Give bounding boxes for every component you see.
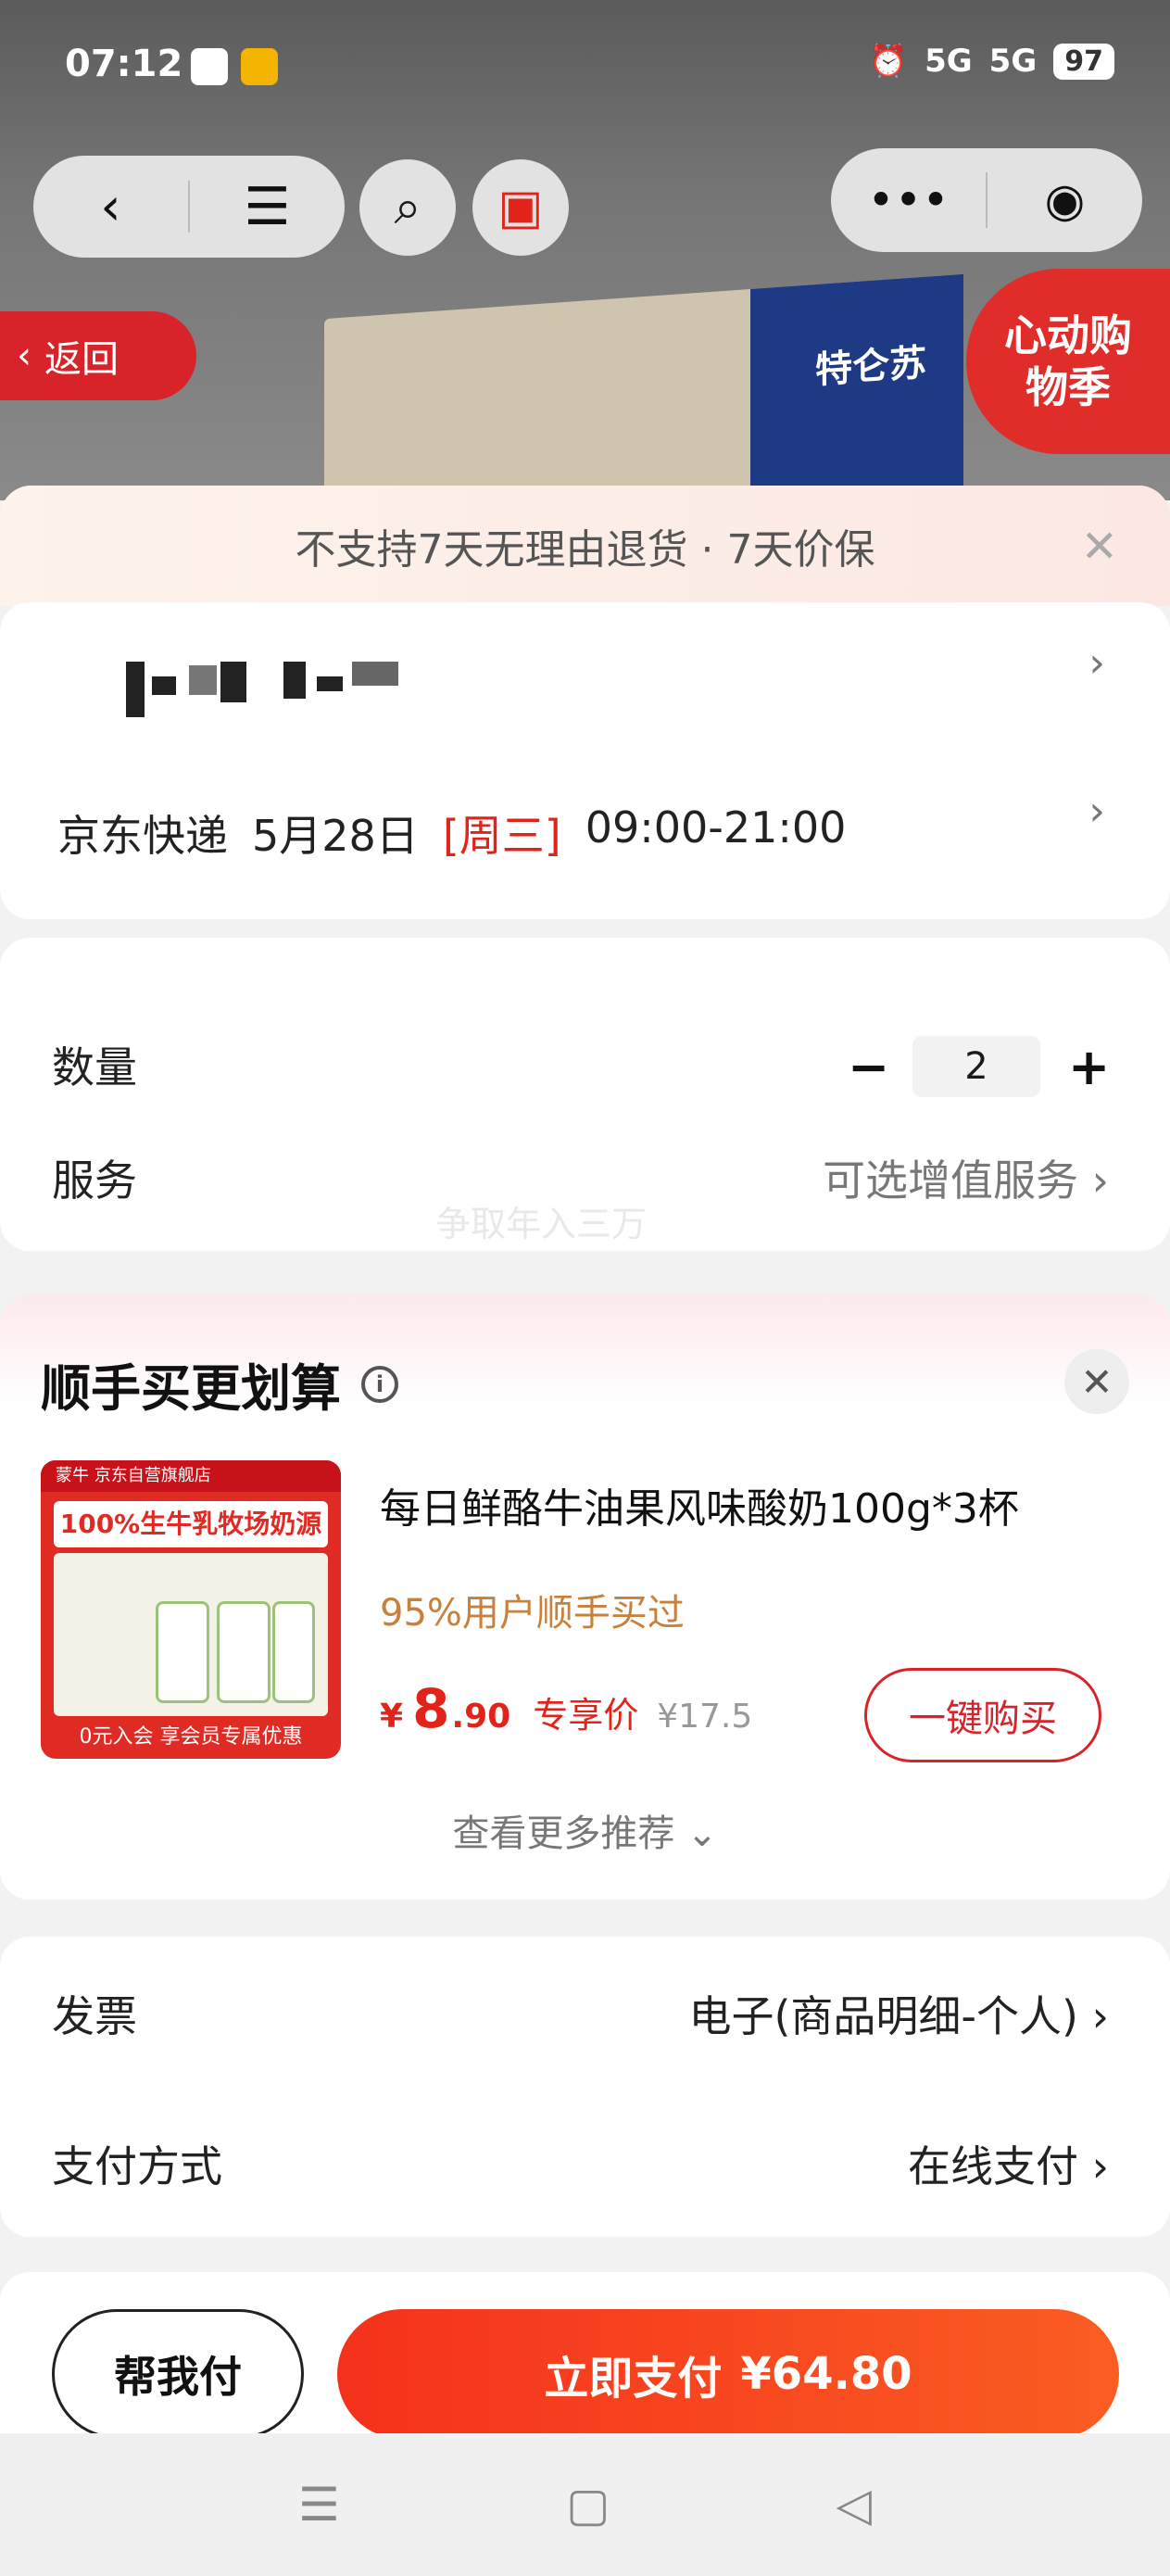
notice-text: 不支持7天无理由退货 · 7天价保 <box>295 526 875 574</box>
signal-2: 5G <box>988 43 1038 80</box>
box-brand: 特仑苏 <box>815 341 926 393</box>
quantity-label: 数量 <box>52 1042 137 1092</box>
invoice-value[interactable]: 电子(商品明细-个人) › <box>688 1983 1109 2044</box>
quantity-value[interactable]: 2 <box>912 1036 1040 1097</box>
close-icon[interactable]: ✕ <box>1064 1349 1129 1414</box>
price-dec: .90 <box>451 1698 511 1736</box>
info-icon[interactable]: i <box>361 1365 398 1403</box>
service-value-text: 可选增值服务 <box>822 1155 1078 1206</box>
delivery-carrier: 京东快递 <box>57 811 228 861</box>
yogurt-cup <box>156 1601 209 1703</box>
chevron-left-icon[interactable]: ‹ <box>33 156 188 258</box>
close-icon[interactable]: ✕ <box>1081 521 1118 573</box>
help-pay-button[interactable]: 帮我付 <box>52 2309 304 2439</box>
quantity-stepper: − 2 + <box>848 1036 1110 1097</box>
invoice-label: 发票 <box>52 1991 137 2041</box>
target-icon[interactable]: ◉ <box>988 148 1142 252</box>
chevron-right-icon: › <box>1088 639 1105 687</box>
product-thumbnail[interactable]: 蒙牛 京东自营旗舰店 100%生牛乳牧场奶源 0元入会 享会员专属优惠 <box>41 1460 341 1759</box>
one-click-buy-button[interactable]: 一键购买 <box>864 1668 1101 1762</box>
system-nav-bar: ☰ ▢ ◁ <box>0 2433 1170 2576</box>
app-notification-icon <box>191 48 228 85</box>
original-price: ¥17.5 <box>657 1698 753 1736</box>
yogurt-cup <box>272 1601 315 1703</box>
payment-value[interactable]: 在线支付 › <box>908 2133 1109 2194</box>
social-proof: 95%用户顺手买过 <box>380 1592 685 1635</box>
product-price: ¥ 8 .90 专享价 ¥17.5 <box>380 1677 752 1740</box>
chevron-right-icon[interactable]: › <box>1088 788 1105 835</box>
chevron-left-icon: ‹ <box>17 335 31 377</box>
recommend-title-text: 顺手买更划算 <box>41 1359 341 1418</box>
status-time: 07:12 <box>65 43 183 85</box>
watermark: 争取年入三万 <box>435 1204 648 1244</box>
gift-icon[interactable]: ▣ <box>472 159 569 256</box>
more-recommend-label: 查看更多推荐 <box>452 1812 675 1855</box>
minus-button[interactable]: − <box>848 1038 889 1096</box>
pay-label: 立即支付 <box>544 2353 723 2405</box>
recommend-card: 顺手买更划算 i ✕ 蒙牛 京东自营旗舰店 100%生牛乳牧场奶源 0元入会 享… <box>0 1295 1170 1900</box>
invoice-value-text: 电子(商品明细-个人) <box>688 1991 1078 2041</box>
service-value[interactable]: 可选增值服务 › <box>823 1147 1109 1208</box>
weibo-icon <box>241 48 278 85</box>
product-hero: 特仑苏 07:12 ⏰ 5G 5G 97 ‹ ☰ ⌕ ▣ ••• ◉ ‹ 返回 … <box>0 0 1170 500</box>
more-recommend-link[interactable]: 查看更多推荐 ⌄ <box>0 1803 1170 1857</box>
menu-icon[interactable]: ☰ <box>298 2478 340 2532</box>
status-right: ⏰ 5G 5G 97 <box>869 43 1114 80</box>
delivery-time: 09:00-21:00 <box>585 802 847 852</box>
plus-button[interactable]: + <box>1068 1038 1110 1096</box>
back-label: 返回 <box>44 338 119 381</box>
mini-nav-group: ‹ ☰ <box>33 156 345 258</box>
search-icon[interactable]: ⌕ <box>359 159 456 256</box>
thumb-store: 蒙牛 京东自营旗舰店 <box>41 1460 341 1492</box>
chevron-down-icon: ⌄ <box>686 1812 718 1855</box>
signal-1: 5G <box>925 43 973 80</box>
thumb-product-art <box>54 1553 328 1716</box>
chevron-right-icon: › <box>1091 2141 1109 2191</box>
delivery-date: 5月28日 <box>252 811 419 861</box>
chevron-right-icon: › <box>1091 1155 1109 1206</box>
masked-address <box>56 658 611 717</box>
service-label: 服务 <box>52 1155 137 1206</box>
pay-now-button[interactable]: 立即支付 ¥64.80 <box>337 2309 1119 2439</box>
more-dots-icon[interactable]: ••• <box>831 148 986 252</box>
product-box-image: 特仑苏 <box>324 273 963 500</box>
yogurt-cup <box>217 1601 270 1703</box>
payment-value-text: 在线支付 <box>907 2141 1078 2191</box>
payment-label: 支付方式 <box>52 2141 222 2191</box>
invoice-payment-card: 发票 电子(商品明细-个人) › 支付方式 在线支付 › <box>0 1937 1170 2237</box>
order-sheet: 不支持7天无理由退货 · 7天价保 ✕ › 京东快递 5月28日 [周三] 09… <box>0 486 1170 2576</box>
home-icon[interactable]: ▢ <box>566 2478 610 2532</box>
address-card[interactable]: › 京东快递 5月28日 [周三] 09:00-21:00 › <box>0 602 1170 919</box>
menu-icon[interactable]: ☰ <box>190 156 345 258</box>
back-button[interactable]: ‹ 返回 <box>0 311 196 400</box>
pay-amount: ¥64.80 <box>740 2348 912 2400</box>
promo-label: 心动购物季 <box>1004 310 1132 412</box>
promo-badge[interactable]: 心动购物季 <box>966 269 1170 454</box>
product-name[interactable]: 每日鲜酪牛油果风味酸奶100g*3杯 <box>380 1475 1019 1534</box>
alarm-icon: ⏰ <box>868 43 909 80</box>
battery-indicator: 97 <box>1053 43 1114 80</box>
recommend-title: 顺手买更划算 i <box>41 1347 398 1421</box>
price-label: 专享价 <box>533 1695 639 1736</box>
thumb-headline: 100%生牛乳牧场奶源 <box>54 1501 328 1547</box>
delivery-weekday: [周三] <box>442 811 561 861</box>
price-currency: ¥ <box>380 1698 404 1736</box>
capsule-menu: ••• ◉ <box>831 148 1142 252</box>
price-int: 8 <box>412 1677 450 1740</box>
return-policy-notice: 不支持7天无理由退货 · 7天价保 ✕ <box>0 486 1170 606</box>
thumb-footer: 0元入会 享会员专属优惠 <box>79 1725 303 1749</box>
chevron-right-icon: › <box>1091 1991 1109 2041</box>
quantity-service-card: 数量 − 2 + 服务 可选增值服务 › 争取年入三万 <box>0 938 1170 1251</box>
back-triangle-icon[interactable]: ◁ <box>836 2478 871 2532</box>
delivery-info: 京东快递 5月28日 [周三] 09:00-21:00 <box>57 802 846 864</box>
